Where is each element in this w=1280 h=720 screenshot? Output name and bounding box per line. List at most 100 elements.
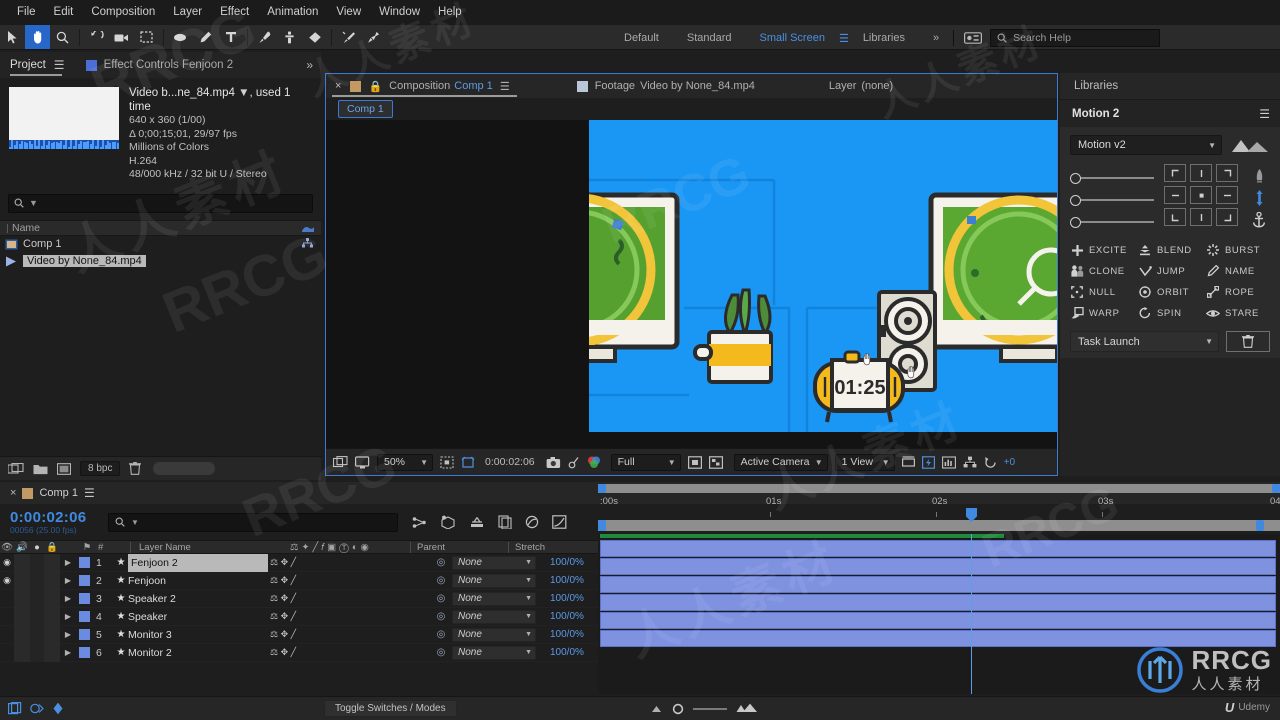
parent-pickwhip-icon[interactable]: ◎ [430,626,452,644]
project-footer-slider[interactable] [153,462,216,475]
menu-item-view[interactable]: View [327,2,370,22]
parent-pickwhip-icon[interactable]: ◎ [430,608,452,626]
lock-icon[interactable]: 🔒 [368,80,382,93]
layer-solo-toggle[interactable] [30,571,44,590]
layer-audio-toggle[interactable] [14,571,30,590]
comp-timecode[interactable]: 0:00:02:06 [485,456,535,468]
layer-solo-toggle[interactable] [30,625,44,644]
brush-tool[interactable] [252,25,277,49]
breadcrumb-comp-1[interactable]: Comp 1 [338,100,393,118]
layer-visibility-toggle[interactable]: ◉ [0,590,14,608]
layer-switches[interactable]: ⚖ ✥ ╱ [268,608,388,626]
expand-layer-icon[interactable] [8,702,22,715]
task-launch-select[interactable]: Task Launch ▼ [1070,331,1219,352]
work-area-end-handle[interactable] [1272,484,1280,493]
menu-item-effect[interactable]: Effect [211,2,258,22]
resolution-select[interactable]: Full ▼ [610,453,681,471]
parent-select[interactable]: None ▼ [452,645,536,660]
exposure-value[interactable]: +0 [1004,457,1015,468]
layer-visibility-toggle[interactable]: ◉ [0,554,14,572]
layer-stretch[interactable]: 100/0% [544,644,594,662]
timeline-zoom-slider-track[interactable] [692,707,727,710]
layer-label-color[interactable] [78,575,90,586]
layer-lock-toggle[interactable] [44,553,60,572]
tab-layer[interactable]: Layer (none) [822,74,900,98]
anchor-middle-left[interactable] [1164,186,1186,204]
layer-name[interactable]: Monitor 2 [128,644,268,662]
motion-button-name[interactable]: NAME [1206,263,1270,279]
slider-y[interactable] [1070,189,1154,211]
parent-pickwhip-icon[interactable]: ◎ [430,572,452,590]
navigator-start-handle[interactable] [598,520,606,531]
toggle-mask-icon[interactable] [687,455,702,469]
motion-button-rope[interactable]: ROPE [1206,284,1270,300]
parent-pickwhip-icon[interactable]: ◎ [430,644,452,662]
anchor-icon[interactable] [1252,212,1266,228]
layer-solo-toggle[interactable] [30,553,44,572]
slider-track[interactable] [1081,199,1154,201]
expand-timeline-icon[interactable] [52,702,64,715]
layer-lock-toggle[interactable] [44,589,60,608]
time-navigator-bar[interactable] [598,520,1280,531]
comp-flowchart-icon[interactable] [963,456,977,469]
motion-button-jump[interactable]: JUMP [1138,263,1202,279]
fast-preview-icon[interactable] [921,455,935,469]
rotation-tool[interactable] [84,25,109,49]
transparency-grid-icon[interactable] [708,455,723,469]
hand-tool[interactable] [25,25,50,49]
workspace-overflow-icon[interactable]: » [919,25,953,51]
layer-lock-toggle[interactable] [44,625,60,644]
slider-z[interactable] [1070,211,1154,233]
clone-stamp-tool[interactable] [277,25,302,49]
zoom-tool[interactable] [50,25,75,49]
slider-knob[interactable] [1070,194,1081,206]
views-select[interactable]: 1 View ▼ [834,453,895,471]
motion-button-stare[interactable]: STARE [1206,305,1270,321]
layer-track-bar[interactable] [600,576,1276,593]
close-tab-icon[interactable]: × [326,80,341,92]
project-item-0[interactable]: Comp 1 [0,236,321,253]
parent-select[interactable]: None ▼ [452,627,536,642]
motion-button-orbit[interactable]: ORBIT [1138,284,1202,300]
slider-knob[interactable] [1070,172,1081,184]
timeline-graph-icon[interactable] [941,455,956,469]
close-timeline-tab-icon[interactable]: × [10,487,16,499]
layer-visibility-toggle[interactable]: ◉ [0,572,14,590]
menu-item-edit[interactable]: Edit [45,2,83,22]
main-viewer-icon[interactable] [355,455,370,469]
motion-button-blend[interactable]: BLEND [1138,242,1202,258]
parent-select[interactable]: None ▼ [452,609,536,624]
project-search-input[interactable]: ▼ [8,193,313,213]
anchor-bottom-center[interactable] [1190,208,1212,226]
parent-pickwhip-icon[interactable]: ◎ [430,554,452,572]
column-parent[interactable]: Parent [410,541,508,553]
column-layer-name[interactable]: Layer Name [130,541,290,553]
workspace-small-screen[interactable]: Small Screen [746,25,839,51]
layer-track-bar[interactable] [600,612,1276,629]
layer-label-color[interactable] [78,593,90,604]
menu-item-animation[interactable]: Animation [258,2,327,22]
current-time-display[interactable]: 0:00:02:06 00056 (25.00 fps) [0,509,108,535]
graph-editor-icon[interactable] [552,515,567,529]
layer-switches[interactable]: ⚖ ✥ ╱ [268,554,388,572]
layer-solo-toggle[interactable] [30,589,44,608]
motion-blur-icon[interactable] [525,515,539,529]
toggle-switches-modes-button[interactable]: Toggle Switches / Modes [324,700,457,717]
grid-guides-icon[interactable] [440,455,454,469]
layer-label-color[interactable] [78,557,90,568]
layer-lock-toggle[interactable] [44,571,60,590]
anchor-middle-right[interactable] [1216,186,1238,204]
delete-icon[interactable] [129,462,142,475]
mountains-icon[interactable] [1230,136,1270,154]
color-depth-button[interactable]: 8 bpc [80,461,121,476]
show-snapshot-icon[interactable] [568,456,580,469]
menu-item-composition[interactable]: Composition [82,2,164,22]
layer-switches-icon[interactable] [30,702,44,715]
composition-stage[interactable]: 01:25 [589,120,1057,432]
layer-label-color[interactable] [78,611,90,622]
layer-switches[interactable]: ⚖ ✥ ╱ [268,590,388,608]
layer-stretch[interactable]: 100/0% [544,590,594,608]
layer-audio-toggle[interactable] [14,553,30,572]
layer-name[interactable]: Fenjoon [128,572,268,590]
layer-track-bar[interactable] [600,558,1276,575]
